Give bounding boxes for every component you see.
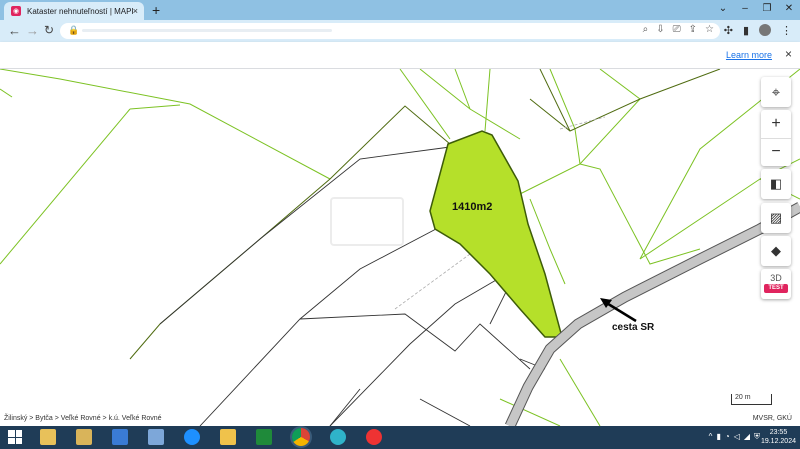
parcel-line bbox=[579, 163, 701, 265]
tray-chevron-icon[interactable]: ^ bbox=[709, 432, 713, 442]
control-panel-icon[interactable] bbox=[112, 429, 128, 445]
translate-icon[interactable]: ⎚ bbox=[673, 24, 681, 35]
tab-strip: ◉ Kataster nehnuteľností | MAPKA × + ⌄ –… bbox=[0, 0, 800, 20]
parcel-line bbox=[0, 108, 131, 265]
forward-arrow-icon[interactable]: → bbox=[26, 23, 39, 38]
extensions-area: ✣ ▮ ⋮ bbox=[724, 24, 792, 37]
parcel-line bbox=[559, 358, 601, 426]
network-icon[interactable]: ◔ bbox=[725, 432, 730, 442]
parcel-line-dashed bbox=[394, 253, 471, 310]
search-icon[interactable]: ⌕ bbox=[643, 24, 649, 35]
clock-date: 19.12.2024 bbox=[760, 438, 796, 445]
minimize-button[interactable]: – bbox=[734, 0, 756, 20]
save-icon[interactable]: ⇩ bbox=[656, 24, 664, 35]
zoom-control: + − bbox=[761, 110, 791, 166]
threed-button[interactable]: 3D TEST bbox=[761, 269, 791, 299]
compare-map-button[interactable]: ◧ bbox=[761, 169, 791, 199]
browser-toolbar: ← → ↻ 🔒 ⌕ ⇩ ⎚ ⇪ ☆ ✣ ▮ ⋮ bbox=[0, 20, 800, 42]
cadastral-map[interactable]: 1410m2 cesta SR ⌖ + − ◧ ▨ ◆ 3D TEST 20 m… bbox=[0, 69, 800, 426]
parcel-line bbox=[159, 146, 451, 325]
basemap-button[interactable]: ▨ bbox=[761, 203, 791, 233]
parcel-line bbox=[399, 69, 451, 140]
info-bar: Learn more × bbox=[0, 42, 800, 69]
battery-icon[interactable]: ▮ bbox=[716, 432, 720, 442]
parcel-line bbox=[529, 69, 721, 132]
omnibox-icons: ⌕ ⇩ ⎚ ⇪ ☆ bbox=[643, 24, 714, 35]
layers-button[interactable]: ◆ bbox=[761, 236, 791, 266]
tab-search-icon[interactable]: ⌄ bbox=[712, 0, 734, 20]
locate-crosshair-icon: ⌖ bbox=[771, 83, 781, 101]
notes-app-icon[interactable] bbox=[76, 429, 92, 445]
parcel-line bbox=[419, 398, 471, 426]
security-shield-icon[interactable]: ⛨ bbox=[754, 432, 760, 442]
windows-taskbar: ^ ▮ ◔ ◁ ◢ ⛨ 23:55 19.12.2024 bbox=[0, 426, 800, 449]
tab-close-icon[interactable]: × bbox=[133, 6, 138, 16]
wifi-icon[interactable]: ◢ bbox=[744, 432, 750, 442]
url-text-redacted bbox=[82, 29, 332, 32]
menu-kebab-icon[interactable]: ⋮ bbox=[781, 24, 792, 37]
reload-icon[interactable]: ↻ bbox=[44, 23, 54, 37]
parcel-area-label: 1410m2 bbox=[452, 201, 493, 213]
parcel-line bbox=[299, 313, 531, 370]
zoom-out-button[interactable]: − bbox=[761, 137, 791, 167]
parcel-line bbox=[419, 69, 521, 140]
image-map-icon: ▨ bbox=[769, 210, 783, 225]
parcel-line bbox=[0, 69, 331, 180]
parcel-line-dashed bbox=[559, 116, 606, 130]
threed-label: 3D bbox=[770, 273, 782, 283]
clock-time: 23:55 bbox=[769, 429, 788, 436]
chrome-icon[interactable] bbox=[292, 428, 310, 446]
parcel-lines bbox=[0, 69, 800, 426]
locate-button[interactable]: ⌖ bbox=[761, 77, 791, 107]
edge-icon[interactable] bbox=[330, 429, 346, 445]
zoom-in-button[interactable]: + bbox=[761, 110, 791, 138]
profile-avatar-icon[interactable] bbox=[759, 24, 771, 36]
extensions-puzzle-icon[interactable]: ✣ bbox=[724, 24, 733, 37]
restore-button[interactable]: ❐ bbox=[756, 0, 778, 20]
learn-more-link[interactable]: Learn more bbox=[726, 50, 772, 60]
parcel-line bbox=[519, 98, 641, 195]
watermark-logo bbox=[330, 197, 404, 246]
infobar-close-icon[interactable]: × bbox=[785, 47, 792, 61]
folder-icon[interactable] bbox=[220, 429, 236, 445]
split-view-icon: ◧ bbox=[769, 176, 783, 191]
parcel-line bbox=[0, 88, 13, 98]
browser-tab[interactable]: ◉ Kataster nehnuteľností | MAPKA × bbox=[4, 2, 144, 20]
site-favicon-icon: ◉ bbox=[11, 6, 21, 16]
computer-icon[interactable] bbox=[148, 429, 164, 445]
parcel-line bbox=[329, 267, 516, 426]
internet-explorer-icon[interactable] bbox=[184, 429, 200, 445]
window-controls: ⌄ – ❐ ✕ bbox=[712, 0, 800, 20]
side-panel-icon[interactable]: ▮ bbox=[743, 24, 749, 37]
close-window-button[interactable]: ✕ bbox=[778, 0, 800, 20]
lock-icon[interactable]: 🔒 bbox=[68, 25, 79, 36]
parcel-line bbox=[129, 104, 181, 110]
road-label: cesta SR bbox=[612, 322, 655, 333]
parcel-line bbox=[549, 69, 581, 165]
new-tab-button[interactable]: + bbox=[152, 2, 160, 18]
system-tray: ^ ▮ ◔ ◁ ◢ ⛨ bbox=[709, 432, 760, 442]
parcel-line bbox=[484, 69, 491, 132]
share-icon[interactable]: ⇪ bbox=[689, 24, 697, 35]
back-arrow-icon[interactable]: ← bbox=[8, 23, 21, 38]
parcel-line bbox=[539, 69, 571, 132]
parcel-line bbox=[329, 388, 361, 426]
layers-icon: ◆ bbox=[771, 243, 781, 258]
address-bar[interactable]: 🔒 ⌕ ⇩ ⎚ ⇪ ☆ bbox=[60, 23, 720, 39]
volume-icon[interactable]: ◁ bbox=[734, 432, 740, 442]
test-badge: TEST bbox=[764, 284, 788, 293]
scale-bar: 20 m bbox=[731, 394, 772, 405]
highlighted-parcel bbox=[429, 130, 563, 338]
location-breadcrumb: Žilinský > Bytča > Veľké Rovné > k.ú. Ve… bbox=[4, 415, 162, 422]
bookmark-star-icon[interactable]: ☆ bbox=[705, 24, 714, 35]
parcel-line bbox=[599, 69, 641, 100]
taskbar-clock[interactable]: 23:55 19.12.2024 bbox=[761, 428, 796, 446]
tab-title: Kataster nehnuteľností | MAPKA bbox=[27, 6, 133, 16]
excel-icon[interactable] bbox=[256, 429, 272, 445]
file-manager-icon[interactable] bbox=[40, 429, 56, 445]
map-attribution: MVSR, GKÚ bbox=[752, 415, 792, 422]
wps-office-icon[interactable] bbox=[366, 429, 382, 445]
start-windows-icon[interactable] bbox=[8, 430, 22, 444]
